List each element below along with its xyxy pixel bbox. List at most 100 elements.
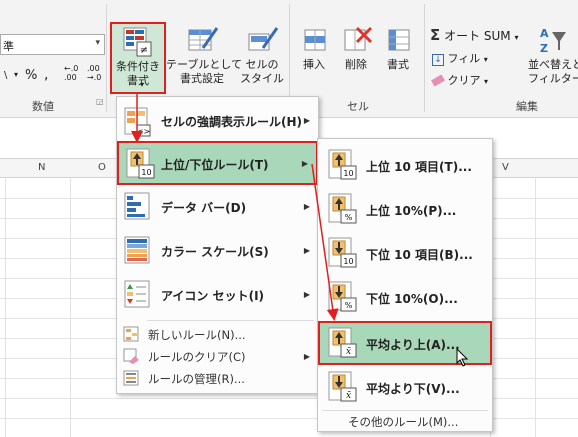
fill-button[interactable]: ↓ フィル ▾ [432,50,488,66]
cells-group-label: セル [347,100,369,113]
dialog-launcher-icon[interactable]: ◲ [96,97,104,106]
column-header-o[interactable]: O [98,162,106,173]
highlight-cells-icon: <> [124,107,152,141]
chevron-right-icon: ▶ [303,116,310,125]
submenu-item-label: 平均より上(A)... [366,338,460,352]
chevron-right-icon: ▶ [303,246,310,255]
cell-styles-icon [245,24,279,56]
menu-item-icon-sets[interactable]: アイコン セット(I) ▶ [117,273,318,317]
submenu-item-top-10-percent[interactable]: % 上位 10%(P)... [318,187,492,231]
currency-symbol: \ [4,70,8,81]
menu-item-label: セルの強調表示ルール(H) [161,115,303,129]
currency-format-button[interactable]: \ [4,70,7,81]
menu-item-color-scales[interactable]: カラー スケール(S) ▶ [117,229,318,273]
svg-text:%: % [345,301,353,310]
column-header-v[interactable]: V [502,162,509,173]
column-header-n[interactable]: N [38,162,45,173]
submenu-item-more-rules[interactable]: その他のルール(M)... [318,411,492,431]
menu-item-data-bars[interactable]: データ バー(D) ▶ [117,185,318,229]
top-10-items-icon: 10 [328,149,358,185]
format-cells-icon [381,24,415,56]
cell-styles-label: セルの スタイル [240,58,284,85]
menu-item-clear-rules[interactable]: ルールのクリア(C) ▶ [117,345,318,367]
format-button[interactable]: 書式 [380,24,416,72]
clear-rules-icon [123,348,139,368]
menu-item-label: 上位/下位ルール(T) [161,158,269,172]
chevron-down-icon: ▾ [514,33,519,42]
menu-item-label: カラー スケール(S) [161,245,269,259]
fill-down-icon: ↓ [432,54,444,66]
chevron-down-icon: ▾ [14,70,19,79]
chevron-right-icon: ▶ [303,202,310,211]
color-scales-icon [124,236,152,270]
increase-decimal-button[interactable]: ←.0 .00 [64,64,78,82]
menu-item-label: 新しいルール(N)... [148,328,246,342]
decrease-decimal-button[interactable]: .00 →.0 [87,64,101,82]
menu-item-highlight-cells-rules[interactable]: <> セルの強調表示ルール(H) ▶ [117,101,318,141]
conditional-formatting-menu: <> セルの強調表示ルール(H) ▶ 10 上位/下位ルール(T) ▶ データ … [116,96,319,394]
svg-text:Z: Z [540,42,548,55]
top-bottom-rules-submenu: 10 上位 10 項目(T)... % 上位 10%(P)... 10 下位 1… [317,138,493,432]
clear-button[interactable]: クリア ▾ [431,72,488,88]
insert-button[interactable]: 挿入 [296,24,332,72]
format-as-table-label: テーブルとして 書式設定 [166,58,243,85]
bottom-10-percent-icon: % [328,281,358,317]
percent-style-button[interactable]: % [25,68,37,83]
insert-cells-icon [297,24,331,56]
chevron-right-icon: ▶ [301,159,308,168]
svg-text:10: 10 [141,168,151,177]
svg-text:x̄: x̄ [346,347,351,357]
number-format-value: 準 [3,40,14,53]
clear-label: クリア [447,74,481,87]
insert-label: 挿入 [303,58,325,71]
submenu-item-label: その他のルール(M)... [348,415,459,429]
submenu-item-top-10-items[interactable]: 10 上位 10 項目(T)... [318,143,492,187]
format-as-table-button[interactable]: テーブルとして 書式設定 [166,24,243,86]
number-format-dropdown[interactable]: 準 ▾ [0,34,105,55]
delete-button[interactable]: 削除 [338,24,374,72]
svg-text:10: 10 [343,169,353,178]
chevron-down-icon: ▾ [140,80,145,89]
sort-filter-button[interactable]: A Z 並べ替えと フィルター [528,24,578,86]
format-as-table-icon [185,24,219,56]
submenu-item-label: 下位 10%(O)... [366,292,458,306]
menu-item-new-rule[interactable]: 新しいルール(N)... [117,323,318,345]
data-bars-icon [124,192,152,226]
autosum-label: オート SUM [444,29,511,43]
format-label: 書式 [387,58,409,71]
eraser-icon [431,74,445,87]
autosum-button[interactable]: Σ オート SUM ▾ [430,26,519,44]
submenu-item-label: 平均より下(V)... [366,382,460,396]
submenu-item-bottom-10-percent[interactable]: % 下位 10%(O)... [318,275,492,319]
cell-styles-button[interactable]: セルの スタイル [236,24,288,86]
delete-cells-icon [339,24,373,56]
conditional-formatting-icon: ≠ [121,26,155,58]
chevron-down-icon: ▾ [483,55,488,64]
chevron-right-icon: ▶ [303,290,310,299]
submenu-item-label: 上位 10%(P)... [366,204,457,218]
menu-item-manage-rules[interactable]: ルールの管理(R)... [117,367,318,389]
submenu-item-bottom-10-items[interactable]: 10 下位 10 項目(B)... [318,231,492,275]
chevron-right-icon: ▶ [303,352,310,361]
icon-sets-icon [124,280,152,314]
conditional-formatting-button[interactable]: ≠ 条件付き 書式 [110,22,166,94]
menu-item-label: データ バー(D) [161,201,247,215]
menu-item-label: ルールの管理(R)... [148,372,245,386]
conditional-formatting-label: 条件付き 書式 [116,60,160,87]
fill-label: フィル [447,52,481,65]
menu-item-top-bottom-rules[interactable]: 10 上位/下位ルール(T) ▶ [117,141,318,185]
menu-item-label: アイコン セット(I) [161,289,265,303]
sort-filter-label: 並べ替えと フィルター [528,58,578,85]
number-group-label: 数値 [32,100,54,113]
editing-group-label: 編集 [516,100,538,113]
sort-filter-icon: A Z [536,24,570,56]
svg-text:<>: <> [137,127,150,136]
mouse-cursor-icon [456,347,470,372]
comma-style-button[interactable]: , [44,67,48,83]
submenu-item-label: 上位 10 項目(T)... [366,160,472,174]
above-average-icon: x̄ [328,327,358,363]
top-bottom-rules-icon: 10 [126,148,156,184]
chevron-down-icon: ▾ [95,38,100,48]
manage-rules-icon [123,370,139,390]
below-average-icon: x̄ [328,371,358,407]
